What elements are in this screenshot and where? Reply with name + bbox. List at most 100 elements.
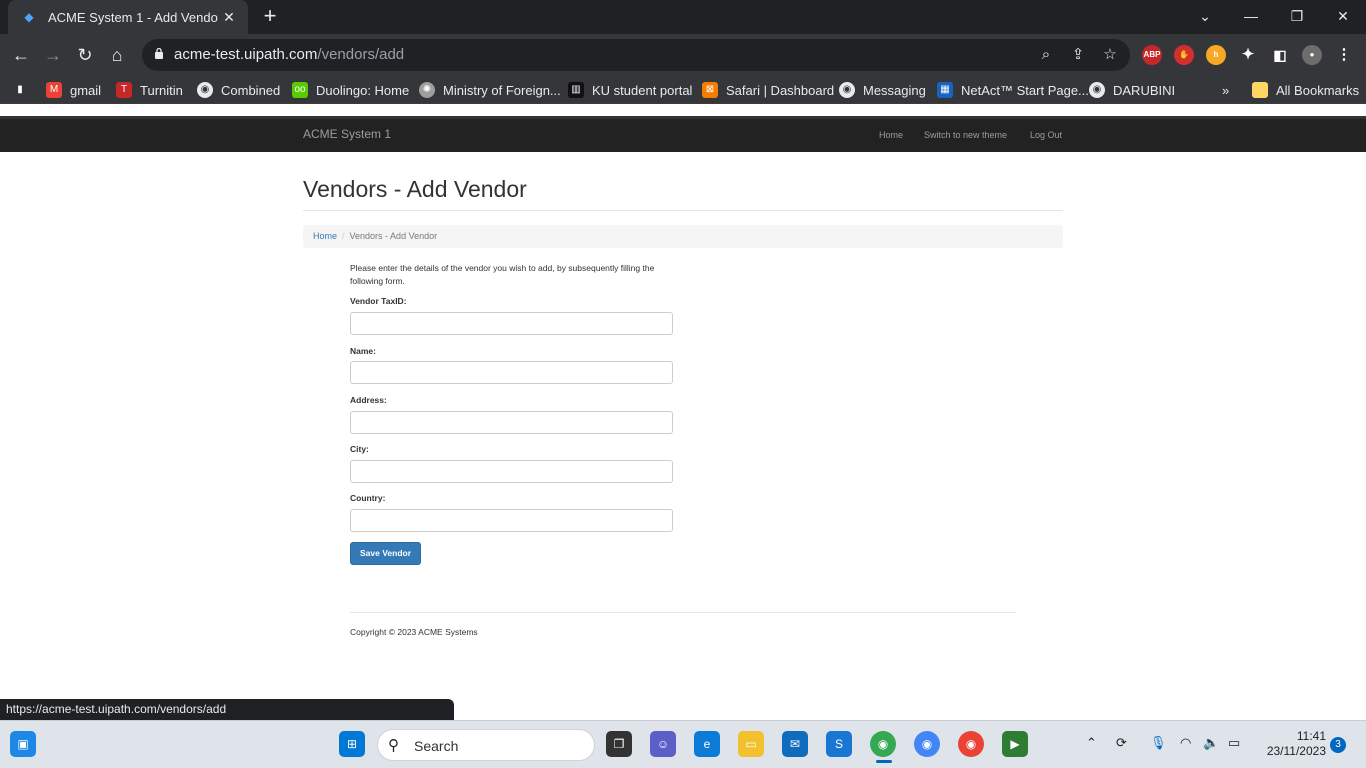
address-bar[interactable]: acme-test.uipath.com/vendors/add ⌕ ⇪ ☆ (142, 39, 1130, 71)
bookmark-combined[interactable]: ◉ Combined (197, 81, 280, 99)
battery-icon[interactable]: ▭ (1228, 735, 1240, 751)
vendor-name-input[interactable] (350, 361, 673, 384)
form-intro-text: Please enter the details of the vendor y… (350, 263, 655, 286)
file-explorer-icon[interactable]: ▭ (738, 731, 764, 757)
all-bookmarks-folder[interactable]: All Bookmarks (1252, 81, 1359, 99)
bookmark-netact[interactable]: ▦ NetAct™ Start Page... (937, 81, 1089, 99)
gmail-icon: M (46, 82, 62, 98)
save-vendor-button[interactable]: Save Vendor (350, 542, 421, 565)
side-panel-icon[interactable]: ◧ (1270, 45, 1290, 65)
link-status-bubble: https://acme-test.uipath.com/vendors/add (0, 699, 454, 720)
uipath-favicon-icon: ◆ (24, 10, 34, 24)
minimize-button[interactable]: — (1228, 0, 1274, 34)
nav-home-link[interactable]: Home (879, 130, 903, 140)
active-app-indicator (876, 760, 892, 763)
ministry-seal-icon: ✺ (419, 82, 435, 98)
netact-icon: ▦ (937, 82, 953, 98)
task-view-icon[interactable]: ❐ (606, 731, 632, 757)
url-text: acme-test.uipath.com/vendors/add (174, 46, 404, 63)
nav-logout-link[interactable]: Log Out (1030, 130, 1062, 140)
page-title: Vendors - Add Vendor (303, 176, 527, 202)
lock-icon (155, 47, 163, 59)
title-divider (303, 210, 1063, 211)
stop-hand-icon[interactable]: ✋ (1174, 45, 1194, 65)
new-tab-button[interactable]: + (258, 4, 282, 28)
bookmark-messaging[interactable]: ◉ Messaging (839, 81, 926, 99)
globe-icon: ◉ (1089, 82, 1105, 98)
web-page: ACME System 1 Home Switch to new theme L… (0, 104, 1366, 720)
chrome-profile-2-icon[interactable]: ◉ (914, 731, 940, 757)
tab-search-chevron-icon[interactable]: ⌄ (1182, 0, 1228, 34)
share-icon[interactable]: ⇪ (1068, 45, 1088, 65)
duolingo-icon: oo (292, 82, 308, 98)
close-window-button[interactable]: ✕ (1320, 0, 1366, 34)
signal-bars-icon[interactable]: ▮ (12, 81, 36, 99)
profile-avatar[interactable]: ● (1302, 45, 1322, 65)
vendor-address-input[interactable] (350, 411, 673, 434)
clock-date: 23/11/2023 (1266, 744, 1326, 758)
bookmark-gmail[interactable]: Mgmail (46, 81, 101, 99)
microphone-icon[interactable]: 🎙 (1150, 735, 1167, 751)
taskbar-search-box[interactable]: ⚲ Search (377, 729, 595, 761)
turnitin-icon: T (116, 82, 132, 98)
browser-tab-active[interactable]: ◆ ACME System 1 - Add Vendor ✕ (8, 0, 248, 34)
url-host: acme-test.uipath.com (174, 46, 318, 63)
close-tab-icon[interactable]: ✕ (218, 9, 240, 26)
bookmark-star-icon[interactable]: ☆ (1100, 45, 1120, 65)
chrome-profile-1-icon[interactable]: ◉ (870, 731, 896, 757)
breadcrumb-separator: / (342, 231, 345, 241)
honey-extension-icon[interactable]: h (1206, 45, 1226, 65)
media-player-icon[interactable]: ▶ (1002, 731, 1028, 757)
taskbar-search-placeholder: Search (414, 738, 459, 754)
bookmark-darubini[interactable]: ◉ DARUBINI (1089, 81, 1175, 99)
restore-button[interactable]: ❐ (1274, 0, 1320, 34)
edge-browser-icon[interactable]: e (694, 731, 720, 757)
vendor-city-label: City: (350, 444, 369, 454)
menu-kebab-icon[interactable]: ⋮ (1334, 45, 1354, 65)
sync-icon[interactable]: ⟳ (1116, 735, 1127, 751)
vendor-country-input[interactable] (350, 509, 673, 532)
teams-chat-icon[interactable]: ☺ (650, 731, 676, 757)
windows-start-icon[interactable]: ⊞ (339, 731, 365, 757)
browser-toolbar: ← → ↻ ⌂ acme-test.uipath.com/vendors/add… (0, 34, 1366, 76)
volume-icon[interactable]: 🔈 (1203, 735, 1219, 751)
site-brand[interactable]: ACME System 1 (303, 127, 391, 141)
nav-switch-theme-link[interactable]: Switch to new theme (924, 130, 1007, 140)
adblock-plus-icon[interactable]: ABP (1142, 45, 1162, 65)
reload-button[interactable]: ↻ (70, 40, 100, 70)
home-button[interactable]: ⌂ (102, 40, 132, 70)
ku-portal-icon: ▥ (568, 82, 584, 98)
vendor-city-input[interactable] (350, 460, 673, 483)
url-path: /vendors/add (317, 46, 405, 63)
extensions-puzzle-icon[interactable]: ✦ (1238, 45, 1258, 65)
mail-icon[interactable]: ✉ (782, 731, 808, 757)
bookmark-ministry[interactable]: ✺ Ministry of Foreign... (419, 81, 561, 99)
breadcrumb-home-link[interactable]: Home (313, 231, 337, 241)
chrome-profile-3-icon[interactable]: ◉ (958, 731, 984, 757)
folder-icon (1252, 82, 1268, 98)
forward-button[interactable]: → (38, 40, 68, 70)
vendor-address-label: Address: (350, 395, 387, 405)
vendor-taxid-input[interactable] (350, 312, 673, 335)
site-navbar: ACME System 1 Home Switch to new theme L… (0, 116, 1366, 152)
notification-badge[interactable]: 3 (1330, 737, 1346, 753)
taskbar-clock[interactable]: 11:41 23/11/2023 (1256, 729, 1326, 759)
clock-time: 11:41 (1296, 729, 1326, 743)
uipath-app-icon[interactable]: S (826, 731, 852, 757)
vendor-taxid-label: Vendor TaxID: (350, 296, 407, 306)
windows-taskbar: ▣ ⊞ ⚲ Search ❐ ☺ e ▭ ✉ S ◉ ◉ ◉ ▶ ⌃ ⟳ 🎙 ◠… (0, 720, 1366, 768)
show-hidden-icons-chevron-icon[interactable]: ⌃ (1086, 735, 1097, 751)
wifi-icon[interactable]: ◠ (1180, 735, 1191, 751)
back-button[interactable]: ← (6, 40, 36, 70)
bookmark-ku-portal[interactable]: ▥ KU student portal (568, 81, 692, 99)
bookmark-duolingo[interactable]: oo Duolingo: Home (292, 81, 409, 99)
more-bookmarks-chevron-icon[interactable]: » (1222, 81, 1229, 99)
widgets-icon[interactable]: ▣ (10, 731, 36, 757)
zoom-icon[interactable]: ⌕ (1036, 45, 1056, 65)
vendor-name-label: Name: (350, 346, 376, 356)
breadcrumb-current: Vendors - Add Vendor (349, 231, 438, 241)
bookmarks-bar: ▮ Mgmail T Turnitin ◉ Combined oo Duolingo:… (0, 76, 1366, 104)
tab-title: ACME System 1 - Add Vendor (48, 9, 218, 25)
bookmark-safari-dashboard[interactable]: ⊠ Safari | Dashboard (702, 81, 834, 99)
bookmark-turnitin[interactable]: T Turnitin (116, 81, 183, 99)
